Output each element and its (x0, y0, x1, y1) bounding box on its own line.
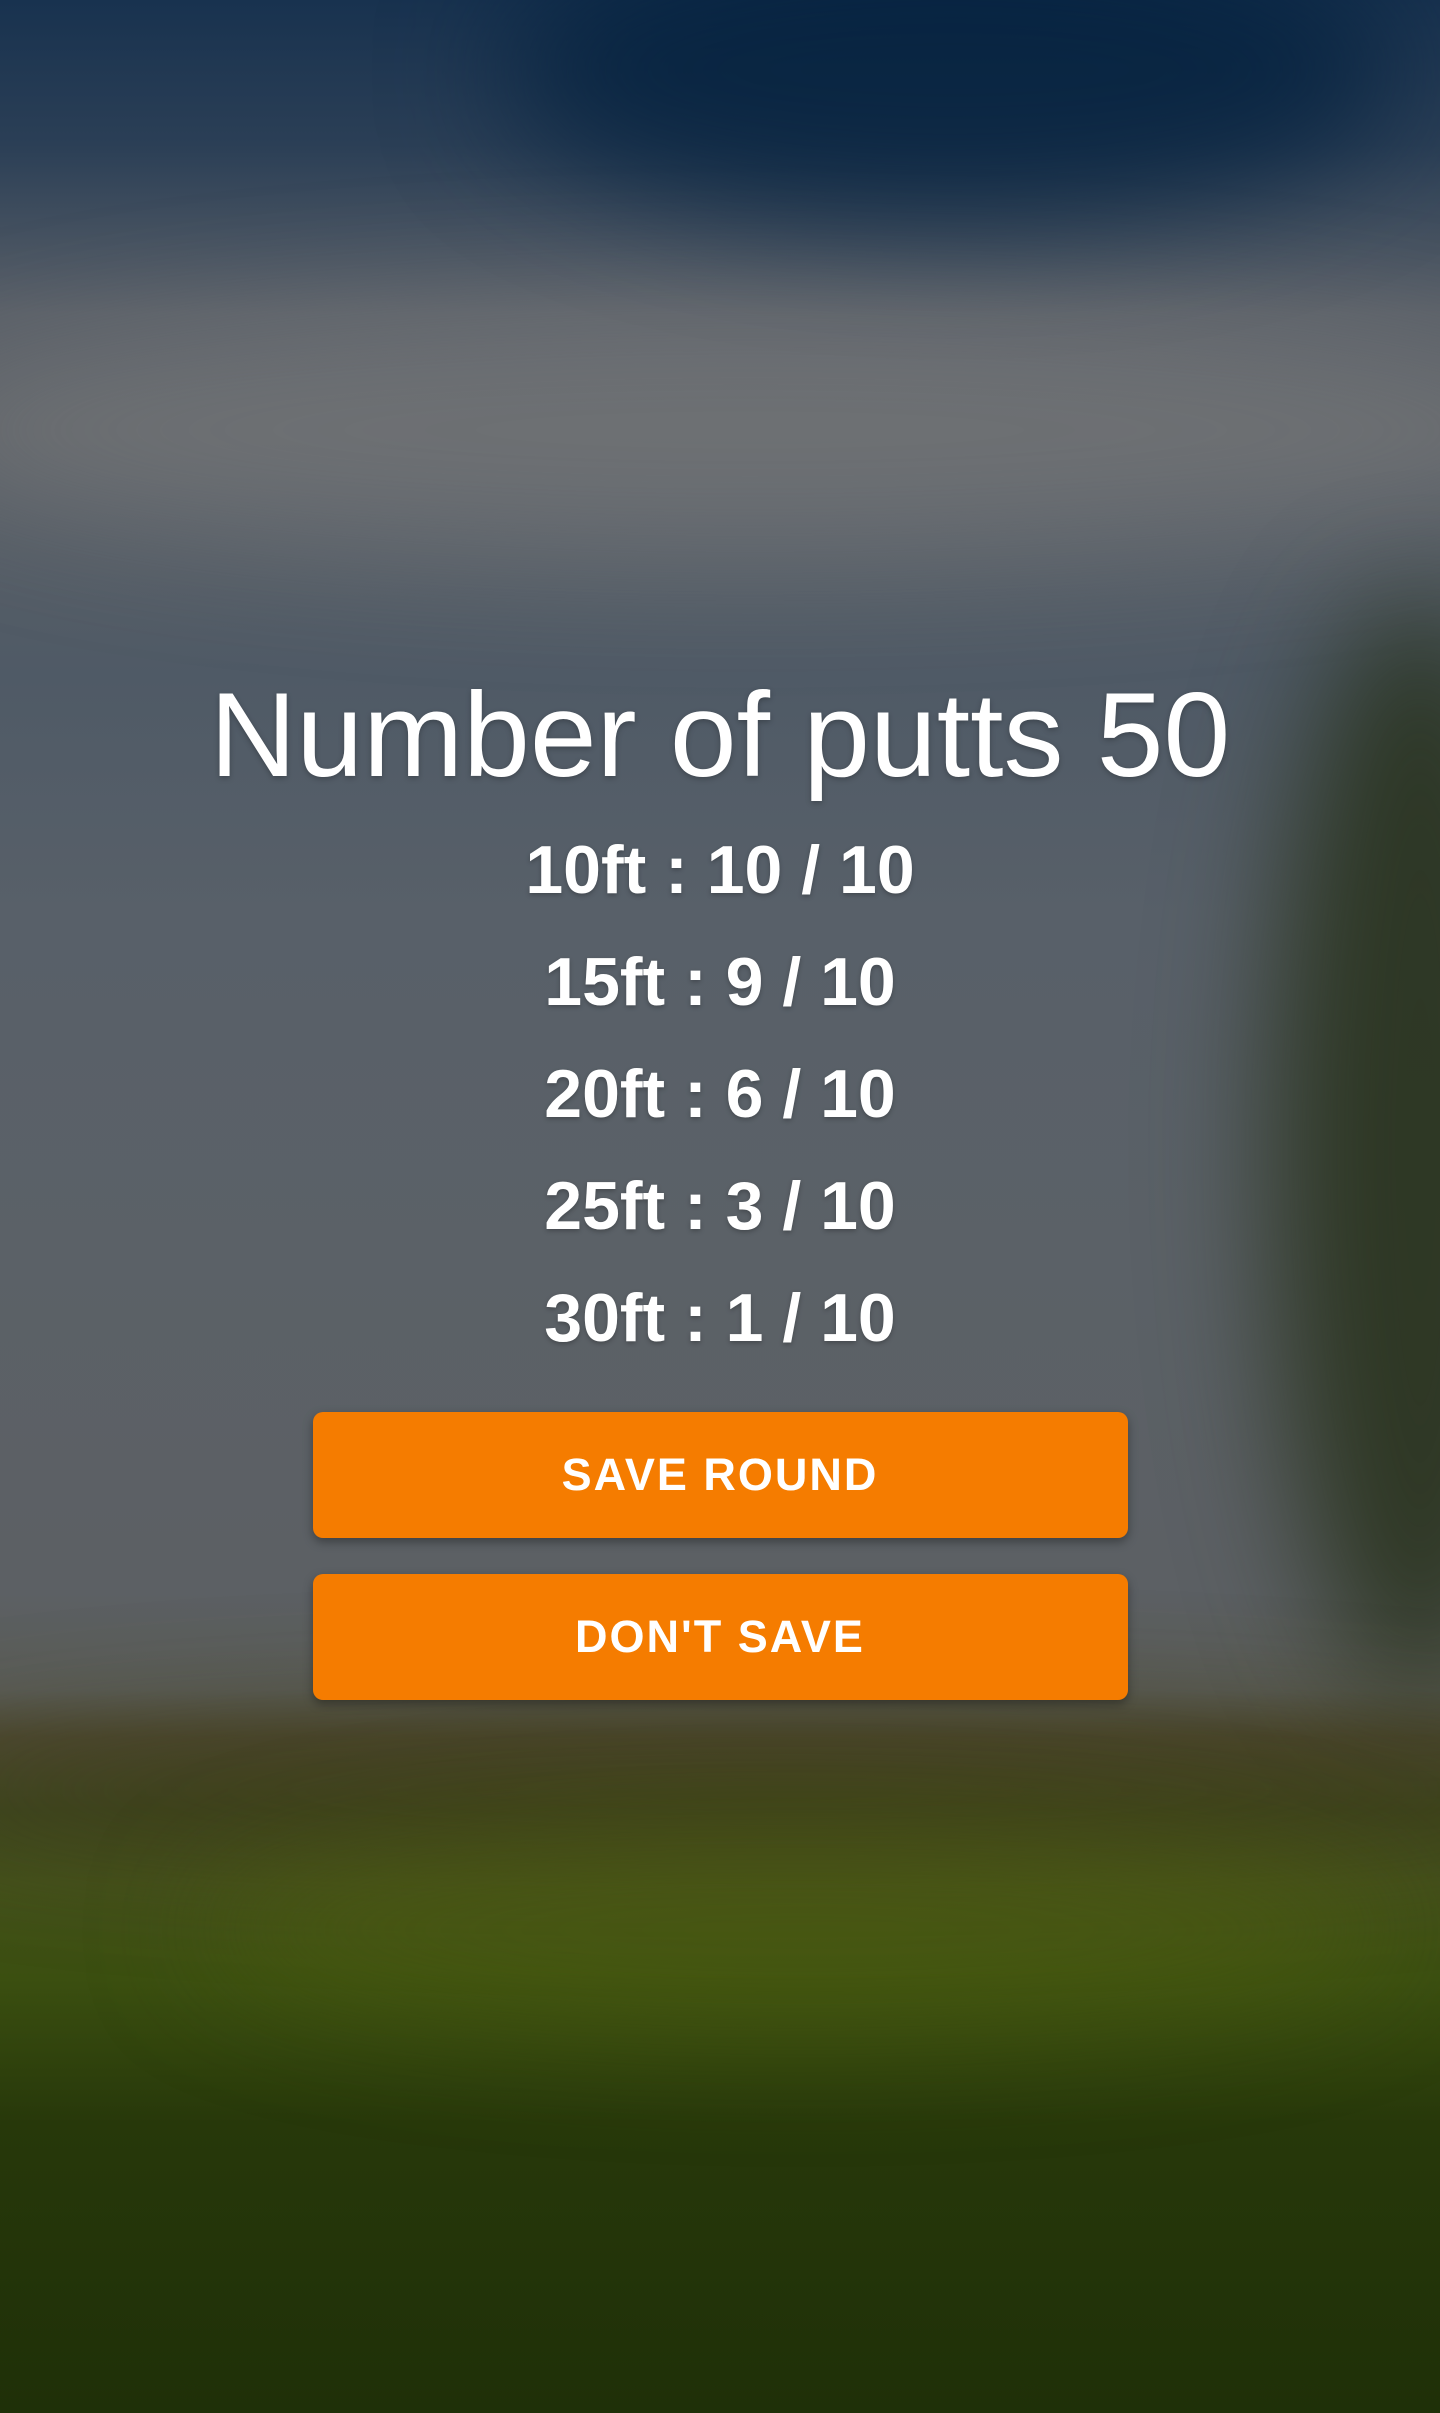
save-round-button[interactable]: SAVE ROUND (312, 1412, 1128, 1538)
stat-row-15ft: 15ft : 9 / 10 (544, 944, 896, 1020)
sky-cloud (0, 300, 1440, 560)
stat-row-25ft: 25ft : 3 / 10 (544, 1168, 896, 1244)
dont-save-button[interactable]: DON'T SAVE (312, 1574, 1128, 1700)
stat-row-30ft: 30ft : 1 / 10 (544, 1280, 896, 1356)
grass-highlight (200, 1830, 1400, 2030)
round-summary: Number of putts 50 10ft : 10 / 10 15ft :… (0, 660, 1440, 1700)
sky-dark (500, 0, 1400, 220)
putts-total-title: Number of putts 50 (209, 668, 1231, 802)
stat-row-20ft: 20ft : 6 / 10 (544, 1056, 896, 1132)
distance-stats: 10ft : 10 / 10 15ft : 9 / 10 20ft : 6 / … (525, 814, 914, 1374)
stat-row-10ft: 10ft : 10 / 10 (525, 832, 915, 908)
